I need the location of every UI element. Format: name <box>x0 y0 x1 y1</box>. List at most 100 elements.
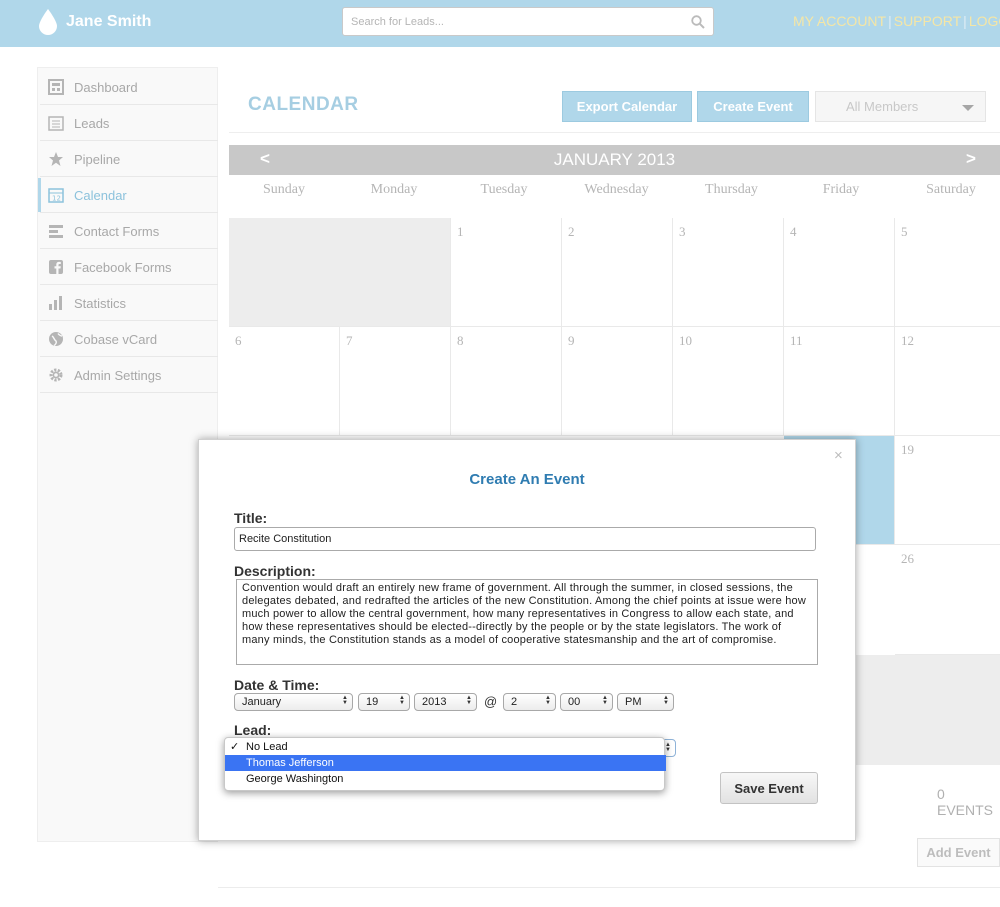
stepper-arrows-icon: ▲ ▼ <box>545 695 551 706</box>
bar-chart-icon <box>49 296 62 310</box>
month-select[interactable]: January ▲ ▼ <box>234 693 353 711</box>
lead-option-thomas-jefferson[interactable]: Thomas Jefferson <box>225 755 666 771</box>
description-field[interactable]: Convention would draft an entirely new f… <box>236 579 818 665</box>
lead-option-george-washington[interactable]: George Washington <box>225 771 666 787</box>
page-title: CALENDAR <box>248 94 359 115</box>
sidebar-item-pipeline[interactable]: Pipeline <box>40 142 218 177</box>
support-link[interactable]: SUPPORT <box>894 13 961 29</box>
export-calendar-button[interactable]: Export Calendar <box>562 91 692 122</box>
leads-icon <box>48 116 64 131</box>
weekday-label: Tuesday <box>480 182 528 197</box>
add-event-button[interactable]: Add Event <box>917 838 1000 867</box>
sidebar-item-label: Statistics <box>74 295 127 311</box>
calendar-day[interactable]: 10 <box>673 327 784 436</box>
calendar-header: < JANUARY 2013 > <box>229 145 1000 175</box>
sidebar-item-leads[interactable]: Leads <box>40 106 218 141</box>
lead-option-no-lead[interactable]: ✓ No Lead <box>225 739 666 755</box>
stepper-arrows-icon: ▲ ▼ <box>399 695 405 706</box>
members-select-value: All Members <box>846 99 919 114</box>
events-count: 0 EVENTS <box>937 786 994 818</box>
members-select[interactable]: All Members <box>815 91 986 122</box>
sidebar-item-dashboard[interactable]: Dashboard <box>40 70 218 105</box>
calendar-day[interactable]: 8 <box>451 327 562 436</box>
top-bar: Jane Smith MY ACCOUNT|SUPPORT|LOGO <box>0 0 1000 47</box>
close-icon[interactable]: × <box>834 447 843 464</box>
sidebar-item-cobase-vcard[interactable]: Cobase vCard <box>40 322 218 357</box>
calendar-day[interactable]: 3 <box>673 218 784 327</box>
save-event-button[interactable]: Save Event <box>720 772 818 804</box>
description-text: Convention would draft an entirely new f… <box>242 582 806 646</box>
sidebar-item-label: Pipeline <box>74 151 121 167</box>
calendar-day[interactable]: 26 <box>895 545 1000 655</box>
stepper-arrows-icon: ▲ ▼ <box>342 695 348 706</box>
calendar-day[interactable]: 11 <box>784 327 895 436</box>
search-icon[interactable] <box>691 15 705 29</box>
title-field[interactable]: Recite Constitution <box>234 527 816 551</box>
calendar-day-empty <box>229 218 451 327</box>
sidebar: Dashboard Leads Pipeline 12 Calendar Con… <box>37 67 218 842</box>
facebook-icon <box>49 260 63 274</box>
dashboard-icon <box>48 79 64 95</box>
next-month-button[interactable]: > <box>966 149 976 169</box>
ampm-select[interactable]: PM ▲ ▼ <box>617 693 674 711</box>
description-label: Description: <box>234 563 316 579</box>
calendar-day[interactable]: 19 <box>895 436 1000 545</box>
title-label: Title: <box>234 510 268 526</box>
calendar-day-empty <box>855 655 1000 765</box>
my-account-link[interactable]: MY ACCOUNT <box>793 13 886 29</box>
user-name: Jane Smith <box>66 13 152 30</box>
calendar-day[interactable]: 7 <box>340 327 451 436</box>
brand[interactable]: Jane Smith <box>37 8 151 36</box>
calendar-day[interactable]: 9 <box>562 327 673 436</box>
year-select[interactable]: 2013 ▲ ▼ <box>414 693 477 711</box>
sidebar-item-label: Admin Settings <box>74 367 162 383</box>
svg-text:12: 12 <box>52 195 61 203</box>
calendar-day[interactable]: 1 <box>451 218 562 327</box>
calendar-day[interactable]: 12 <box>895 327 1000 436</box>
stepper-arrows-icon: ▲ ▼ <box>602 695 608 706</box>
search-input[interactable] <box>343 8 673 35</box>
sidebar-item-contact-forms[interactable]: Contact Forms <box>40 214 218 249</box>
logout-link[interactable]: LOGO <box>969 13 1000 29</box>
weekday-label: Wednesday <box>584 182 649 197</box>
modal-title: Create An Event <box>469 471 585 488</box>
stepper-arrows-icon: ▲ ▼ <box>466 695 472 706</box>
stepper-arrows-icon: ▲ ▼ <box>663 695 669 706</box>
sidebar-item-admin-settings[interactable]: Admin Settings <box>40 358 218 393</box>
hour-select[interactable]: 2 ▲ ▼ <box>503 693 556 711</box>
calendar-day[interactable]: 4 <box>784 218 895 327</box>
sidebar-item-label: Contact Forms <box>74 223 160 239</box>
forms-icon <box>49 225 63 238</box>
sidebar-item-calendar[interactable]: 12 Calendar <box>38 178 218 213</box>
day-select[interactable]: 19 ▲ ▼ <box>358 693 410 711</box>
weekday-label: Saturday <box>926 182 976 197</box>
calendar-day[interactable]: 2 <box>562 218 673 327</box>
lead-dropdown-menu: ✓ No Lead Thomas Jefferson George Washing… <box>224 737 666 791</box>
create-event-button[interactable]: Create Event <box>697 91 809 122</box>
at-symbol: @ <box>484 694 498 709</box>
weekday-label: Thursday <box>705 182 758 197</box>
calendar-month-label: JANUARY 2013 <box>553 150 676 169</box>
weekday-label: Friday <box>822 182 860 197</box>
sidebar-item-label: Calendar <box>74 187 127 203</box>
sidebar-item-label: Cobase vCard <box>74 331 158 347</box>
date-time-label: Date & Time: <box>234 677 320 693</box>
sidebar-item-label: Leads <box>74 115 110 131</box>
sidebar-item-label: Facebook Forms <box>74 259 172 275</box>
weekday-row: Sunday Monday Tuesday Wednesday Thursday… <box>229 175 1000 218</box>
star-icon <box>49 152 63 166</box>
top-links: MY ACCOUNT|SUPPORT|LOGO <box>793 13 1000 29</box>
sidebar-item-facebook-forms[interactable]: Facebook Forms <box>40 250 218 285</box>
lead-label: Lead: <box>234 722 272 738</box>
globe-icon <box>49 332 63 347</box>
minute-select[interactable]: 00 ▲ ▼ <box>560 693 613 711</box>
calendar-day[interactable]: 6 <box>229 327 340 436</box>
sidebar-item-statistics[interactable]: Statistics <box>40 286 218 321</box>
check-icon: ✓ <box>230 741 240 753</box>
weekday-label: Monday <box>370 182 418 197</box>
calendar-day[interactable]: 5 <box>895 218 1000 327</box>
weekday-label: Sunday <box>263 182 305 197</box>
gear-icon <box>49 368 63 382</box>
sidebar-item-label: Dashboard <box>74 79 138 95</box>
search-box[interactable] <box>342 7 714 36</box>
